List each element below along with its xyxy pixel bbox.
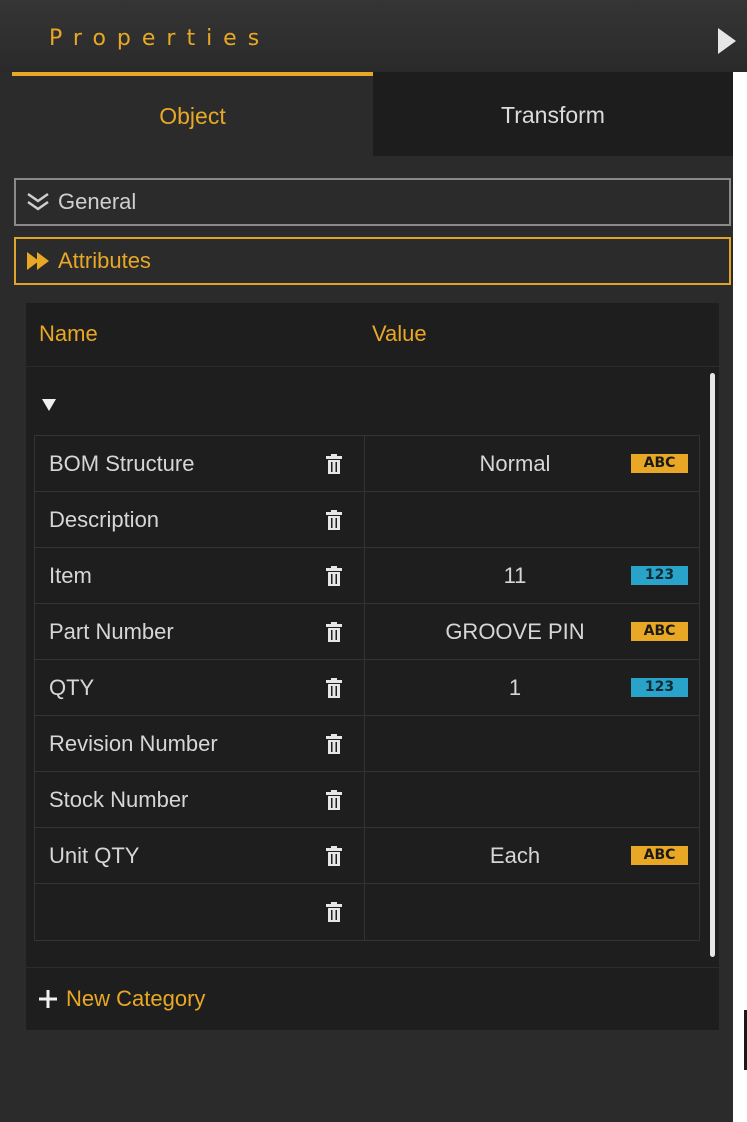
attribute-row: QTY 1 123	[35, 660, 699, 716]
scrollbar-thumb[interactable]	[710, 373, 715, 957]
attribute-row-empty	[35, 884, 699, 940]
plus-icon	[39, 990, 57, 1008]
section-attributes-label: Attributes	[58, 248, 151, 273]
type-badge-text[interactable]: ABC	[631, 454, 688, 473]
attribute-row: Revision Number	[35, 716, 699, 772]
tab-bar: Object Transform	[12, 72, 733, 156]
panel-header: Properties	[0, 0, 747, 72]
attribute-row: Unit QTY Each ABC	[35, 828, 699, 884]
double-arrow-right-icon	[27, 252, 49, 270]
trash-icon[interactable]	[326, 902, 342, 922]
trash-icon[interactable]	[326, 790, 342, 810]
section-attributes-header[interactable]: Attributes	[14, 237, 731, 285]
attribute-value[interactable]: 11	[365, 548, 665, 604]
attribute-value[interactable]: GROOVE PIN	[365, 604, 665, 660]
footer-divider	[26, 967, 719, 968]
type-badge-number[interactable]: 123	[631, 566, 688, 585]
attribute-name: BOM Structure	[49, 451, 195, 476]
attribute-value[interactable]: Each	[365, 828, 665, 884]
column-header-name: Name	[39, 321, 98, 346]
type-badge-text[interactable]: ABC	[631, 622, 688, 641]
tab-object[interactable]: Object	[12, 72, 373, 156]
section-general-header[interactable]: General	[14, 178, 731, 226]
attribute-value[interactable]: 1	[365, 660, 665, 716]
attribute-value[interactable]	[365, 884, 665, 940]
attribute-value[interactable]: Normal	[365, 436, 665, 492]
attributes-panel: Name Value BOM Structure Normal ABC Desc…	[26, 303, 719, 1030]
trash-icon[interactable]	[326, 510, 342, 530]
new-category-button[interactable]: New Category	[38, 979, 205, 1019]
trash-icon[interactable]	[326, 678, 342, 698]
attribute-row: Part Number GROOVE PIN ABC	[35, 604, 699, 660]
new-category-label: New Category	[66, 986, 206, 1011]
attribute-name: Unit QTY	[49, 843, 140, 868]
triangle-right-icon[interactable]	[718, 28, 736, 54]
attribute-name: Revision Number	[49, 731, 218, 756]
attribute-row: BOM Structure Normal ABC	[35, 436, 699, 492]
attribute-name: QTY	[49, 675, 95, 700]
attribute-name: Item	[49, 563, 92, 588]
double-chevron-down-icon	[27, 192, 49, 211]
column-header-value: Value	[372, 321, 427, 346]
header-divider	[26, 366, 719, 367]
triangle-down-icon[interactable]	[42, 399, 56, 411]
properties-panel: Properties Object Transform General Attr…	[0, 0, 747, 1122]
attribute-row: Stock Number	[35, 772, 699, 828]
type-badge-text[interactable]: ABC	[631, 846, 688, 865]
attributes-table: BOM Structure Normal ABC Description Ite…	[34, 435, 700, 941]
attribute-name: Stock Number	[49, 787, 189, 812]
trash-icon[interactable]	[326, 566, 342, 586]
attribute-name: Description	[49, 507, 160, 532]
trash-icon[interactable]	[326, 846, 342, 866]
attribute-name: Part Number	[49, 619, 174, 644]
attribute-value[interactable]	[365, 492, 665, 548]
tab-transform[interactable]: Transform	[373, 72, 733, 156]
attribute-value[interactable]	[365, 772, 665, 828]
panel-title: Properties	[49, 26, 271, 51]
scrollbar[interactable]	[708, 371, 717, 963]
attribute-row: Item 11 123	[35, 548, 699, 604]
attribute-value[interactable]	[365, 716, 665, 772]
type-badge-number[interactable]: 123	[631, 678, 688, 697]
trash-icon[interactable]	[326, 734, 342, 754]
trash-icon[interactable]	[326, 454, 342, 474]
adjacent-window-edge	[733, 72, 747, 1122]
trash-icon[interactable]	[326, 622, 342, 642]
attribute-row: Description	[35, 492, 699, 548]
section-general-label: General	[58, 189, 137, 214]
